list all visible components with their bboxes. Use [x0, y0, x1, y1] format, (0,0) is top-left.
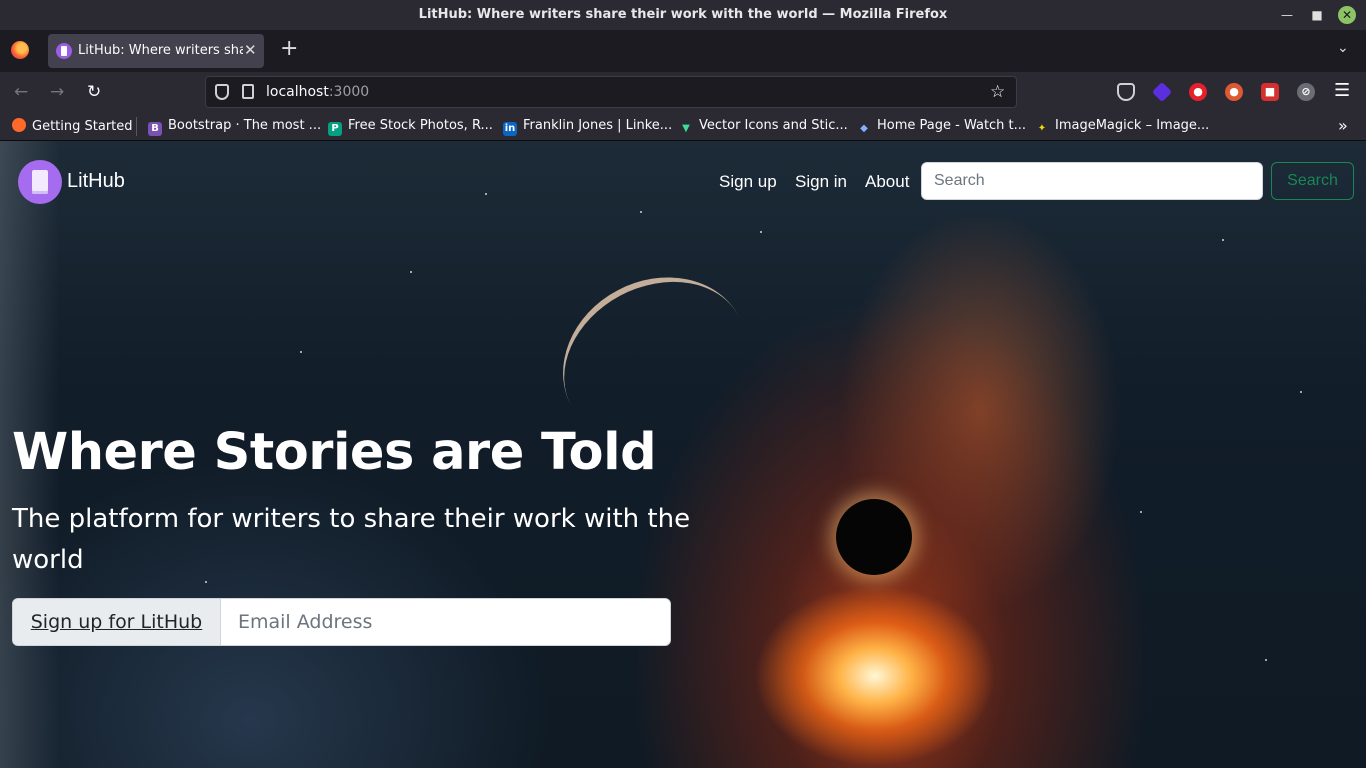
- chevron-down-icon[interactable]: ⌄: [1337, 40, 1349, 56]
- url-text[interactable]: localhost:3000: [266, 84, 369, 100]
- tab-title: LitHub: Where writers share their work w…: [78, 43, 243, 58]
- window-title: LitHub: Where writers share their work w…: [418, 7, 948, 22]
- bookmark-label: Bootstrap · The most ...: [168, 118, 322, 133]
- linkedin-icon: in: [503, 122, 517, 136]
- star: [1140, 511, 1142, 513]
- brand-name: LitHub: [67, 170, 125, 192]
- bookmark-linkedin[interactable]: in Franklin Jones | Linke...: [503, 118, 672, 136]
- hamburger-menu-icon[interactable]: ☰: [1334, 80, 1350, 101]
- duckduckgo-icon[interactable]: ●: [1225, 83, 1243, 101]
- tab-bar: LitHub: Where writers share their work w…: [0, 30, 1366, 72]
- bookmark-imagemagick[interactable]: ✦ ImageMagick – Image...: [1035, 118, 1210, 136]
- close-tab-icon[interactable]: ✕: [244, 41, 257, 59]
- nav-signup-link[interactable]: Sign up: [719, 172, 777, 192]
- extension-lock-icon[interactable]: ●: [1189, 83, 1207, 101]
- background-black-hole: [836, 499, 912, 575]
- watch-icon: ◆: [860, 123, 868, 134]
- star: [205, 581, 207, 583]
- star: [1222, 239, 1224, 241]
- minimize-icon[interactable]: —: [1278, 6, 1296, 24]
- maximize-icon[interactable]: ■: [1308, 6, 1326, 24]
- url-port: :3000: [328, 84, 370, 100]
- bookmark-vector-icons[interactable]: ▼ Vector Icons and Stic...: [679, 118, 848, 136]
- tab-lithub[interactable]: LitHub: Where writers share their work w…: [48, 34, 264, 68]
- lithub-favicon-icon: [56, 43, 72, 59]
- pocket-icon[interactable]: [1117, 83, 1135, 101]
- email-field[interactable]: [222, 599, 670, 645]
- bookmark-label: ImageMagick – Image...: [1055, 118, 1210, 133]
- back-icon[interactable]: ←: [14, 82, 28, 102]
- star: [640, 211, 642, 213]
- bootstrap-icon: B: [148, 122, 162, 136]
- extension-grey-icon[interactable]: ⊘: [1297, 83, 1315, 101]
- bookmark-label: Franklin Jones | Linke...: [523, 118, 673, 133]
- bookmarks-toolbar: Getting Started B Bootstrap · The most ..…: [0, 112, 1366, 141]
- bookmark-pexels[interactable]: P Free Stock Photos, R...: [328, 118, 493, 136]
- new-tab-icon[interactable]: +: [280, 38, 298, 60]
- star: [1300, 391, 1302, 393]
- star: [760, 231, 762, 233]
- url-host: localhost: [266, 84, 329, 100]
- reload-icon[interactable]: ↻: [87, 82, 101, 102]
- hero-title: Where Stories are Told: [12, 423, 657, 482]
- bookmark-bootstrap[interactable]: B Bootstrap · The most ...: [148, 118, 321, 136]
- search-button[interactable]: Search: [1271, 162, 1354, 200]
- signup-for-lithub-link[interactable]: Sign up for LitHub: [13, 599, 221, 645]
- nav-signin-link[interactable]: Sign in: [795, 172, 847, 192]
- search-input[interactable]: [921, 162, 1263, 200]
- extension-red-icon[interactable]: ■: [1261, 83, 1279, 101]
- bookmark-star-icon[interactable]: ☆: [990, 82, 1005, 102]
- navigation-toolbar: ← → ↻ localhost:3000 ☆ ● ● ■ ⊘ ☰: [0, 72, 1366, 112]
- hero-subtitle: The platform for writers to share their …: [12, 504, 691, 575]
- tracking-shield-icon[interactable]: [215, 84, 229, 100]
- scroll-logo-icon: [18, 160, 62, 204]
- firefox-icon[interactable]: [11, 41, 29, 59]
- chevron-double-right-icon[interactable]: »: [1338, 116, 1348, 135]
- bookmark-separator: [136, 117, 137, 136]
- nav-about-link[interactable]: About: [865, 172, 909, 192]
- bookmark-watch[interactable]: ◆ Home Page - Watch t...: [857, 118, 1026, 136]
- imagemagick-icon: ✦: [1037, 123, 1047, 134]
- vector-icon: ▼: [682, 123, 690, 134]
- page-content: LitHub Sign up Sign in About Search Wher…: [0, 141, 1366, 768]
- star: [485, 193, 487, 195]
- star: [1265, 659, 1267, 661]
- signup-input-group: Sign up for LitHub: [12, 598, 671, 646]
- forward-icon[interactable]: →: [50, 82, 64, 102]
- page-info-icon[interactable]: [242, 84, 254, 99]
- pexels-icon: P: [328, 122, 342, 136]
- bookmark-label: Getting Started: [32, 119, 133, 134]
- bookmark-getting-started[interactable]: Getting Started: [12, 118, 133, 134]
- star: [300, 351, 302, 353]
- bookmark-label: Vector Icons and Stic...: [699, 118, 848, 133]
- extension-purple-icon[interactable]: [1151, 81, 1173, 103]
- window-titlebar: LitHub: Where writers share their work w…: [0, 0, 1366, 30]
- star: [410, 271, 412, 273]
- close-window-icon[interactable]: ✕: [1338, 6, 1356, 24]
- bookmark-label: Home Page - Watch t...: [877, 118, 1027, 133]
- firefox-icon: [12, 118, 26, 132]
- bookmark-label: Free Stock Photos, R...: [348, 118, 493, 133]
- address-bar[interactable]: localhost:3000 ☆: [205, 76, 1017, 108]
